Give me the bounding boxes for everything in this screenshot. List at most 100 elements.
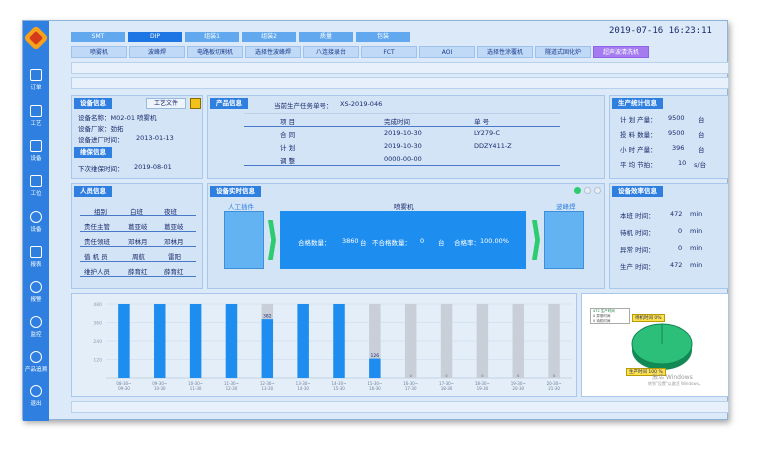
bar-background xyxy=(440,304,453,378)
ng-unit: 台 xyxy=(438,239,445,247)
tab-packing[interactable]: 包装 xyxy=(356,32,410,42)
sidebar-item-monitor[interactable]: 监控 xyxy=(23,316,49,338)
product-info-panel: 产品信息 当前生产任务单号： XS-2019-046 项 目 完成时间 单 号 … xyxy=(207,95,605,179)
subtab-aoi[interactable]: AOI xyxy=(419,46,475,58)
stat-label: 小 时 产量： xyxy=(620,146,657,154)
eff-label: 生产 时间： xyxy=(620,263,655,271)
flow-arrow-icon xyxy=(268,220,276,260)
sidebar-item-equipment[interactable]: 设备 xyxy=(23,140,49,162)
panel-title: 生产统计信息 xyxy=(612,98,663,109)
bar-background xyxy=(512,304,524,378)
sidebar-item-station[interactable]: 工位 xyxy=(23,175,49,197)
x-tick-label: 12-30 xyxy=(226,386,238,391)
list-icon xyxy=(30,175,42,187)
bar-data-label: 0 xyxy=(481,374,483,378)
rate-label: 合格率： xyxy=(454,239,480,247)
x-tick-label: 10-30 xyxy=(154,386,166,391)
device-info-panel: 设备信息 工艺文件 设备名称：M02-01 喷雾机 设备厂家：劲拓 设备进厂时间… xyxy=(71,95,203,179)
subtab-sprayer[interactable]: 喷雾机 xyxy=(71,46,127,58)
station-right-label: 波峰焊 xyxy=(556,203,576,211)
stat-value: 9500 xyxy=(668,114,685,122)
y-tick-label: 240 xyxy=(93,339,102,345)
stat-value: 396 xyxy=(672,144,685,152)
tab-assembly-1[interactable]: 组装1 xyxy=(185,32,239,42)
sidebar: 订单 工艺 设备 工位 设备 报表 报警 监控 产品追溯 退出 xyxy=(23,21,49,421)
tab-smt[interactable]: SMT xyxy=(71,32,125,42)
x-tick-label: 09-30 xyxy=(118,386,130,391)
tab-assembly-2[interactable]: 组装2 xyxy=(242,32,296,42)
bar-chart: 48036024012008-30~09-3009-30~10-3010-30~… xyxy=(93,302,572,391)
x-tick-label: 20-30 xyxy=(512,386,524,391)
sidebar-item-reports[interactable]: 报表 xyxy=(23,246,49,268)
x-tick-label: 17-30 xyxy=(405,386,417,391)
day-person: 葛亚岐 xyxy=(128,223,148,231)
bar xyxy=(154,304,166,378)
subtab-tunnel-oven[interactable]: 隧道式固化炉 xyxy=(535,46,591,58)
subtab-wave-solder[interactable]: 波峰焊 xyxy=(129,46,185,58)
tab-quality[interactable]: 质量 xyxy=(299,32,353,42)
divider xyxy=(80,215,196,216)
subtab-fct[interactable]: FCT xyxy=(361,46,417,58)
bar xyxy=(297,304,309,378)
row-label: 合 同 xyxy=(280,131,296,139)
stat-value: 10 xyxy=(678,159,687,167)
panel-title: 维保信息 xyxy=(74,147,112,158)
stat-unit: 台 xyxy=(698,131,705,139)
eff-unit: min xyxy=(690,227,703,235)
footer-strip xyxy=(71,401,729,413)
role: 责任领班 xyxy=(84,238,110,246)
row-label: 调 整 xyxy=(280,157,296,165)
hourly-output-chart: 480 360 240 120 08-30~ 09-30 09-30~ 10-30 10-30~… xyxy=(71,293,577,397)
subtab-pcb-cutter[interactable]: 电路板切割机 xyxy=(187,46,243,58)
divider xyxy=(80,231,196,232)
subtab-eight-connect[interactable]: 八连接录台 xyxy=(303,46,359,58)
main-window: 订单 工艺 设备 工位 设备 报表 报警 监控 产品追溯 退出 SMT DIP … xyxy=(22,20,729,421)
maint-label: 下次维保时间： xyxy=(78,165,124,173)
subtab-selective-wave[interactable]: 选择性波峰焊 xyxy=(245,46,301,58)
maint-date: 2019-08-01 xyxy=(134,163,172,171)
stat-label: 投 料 数量： xyxy=(620,131,657,139)
sidebar-item-trace[interactable]: 产品追溯 xyxy=(23,351,49,373)
station-right-box xyxy=(544,211,584,269)
sidebar-item-alarm[interactable]: 报警 xyxy=(23,281,49,303)
order-number: XS-2019-046 xyxy=(340,100,383,108)
role: 值 机 员 xyxy=(84,253,108,261)
subtab-ultrasonic-cleaner[interactable]: 超声波清洗机 xyxy=(593,46,649,58)
sidebar-item-orders[interactable]: 订单 xyxy=(23,69,49,91)
bar-data-label: 0 xyxy=(517,374,519,378)
device-date-label: 设备进厂时间： xyxy=(78,136,124,144)
x-tick-label: 18-30 xyxy=(441,386,453,391)
sidebar-item-process[interactable]: 工艺 xyxy=(23,105,49,127)
bar-chart-icon xyxy=(30,246,42,258)
production-stats-panel: 生产统计信息 计 划 产量： 9500 台 投 料 数量： 9500 台 小 时… xyxy=(609,95,729,179)
eff-value: 0 xyxy=(678,244,683,252)
process-file-button[interactable]: 工艺文件 xyxy=(146,98,186,109)
ok-unit: 台 xyxy=(360,239,367,247)
bell-icon xyxy=(30,281,42,293)
efficiency-pie-panel: 472 生产时间 0 异常时间 0 待机时间 待机时间 0% 生产时间 100 … xyxy=(581,293,729,397)
col-item: 项 目 xyxy=(280,118,296,126)
rate-value: 100.00% xyxy=(480,237,509,245)
tab-dip[interactable]: DIP xyxy=(128,32,182,42)
device-name: 设备名称：M02-01 喷雾机 xyxy=(78,114,157,122)
sidebar-item-device[interactable]: 设备 xyxy=(23,211,49,233)
bar xyxy=(369,358,381,378)
y-tick-label: 360 xyxy=(93,321,102,327)
camera-icon[interactable] xyxy=(190,98,201,109)
row-label: 计 划 xyxy=(280,144,296,152)
bar xyxy=(333,304,345,378)
row-time: 0000-00-00 xyxy=(384,155,422,163)
station-left-box xyxy=(224,211,264,269)
stat-unit: 台 xyxy=(698,116,705,124)
x-tick-label: 16-30 xyxy=(369,386,381,391)
sidebar-label: 设备 xyxy=(30,156,42,162)
subtab-selective-coater[interactable]: 选择性涂覆机 xyxy=(477,46,533,58)
bar-data-label: 126 xyxy=(371,353,380,359)
bar xyxy=(189,304,202,378)
ok-value: 3860 xyxy=(342,237,359,245)
row-time: 2019-10-30 xyxy=(384,142,422,150)
eff-label: 异常 时间： xyxy=(620,246,655,254)
sidebar-item-exit[interactable]: 退出 xyxy=(23,385,49,407)
order-label: 当前生产任务单号： xyxy=(274,102,333,110)
user-icon xyxy=(30,385,42,397)
